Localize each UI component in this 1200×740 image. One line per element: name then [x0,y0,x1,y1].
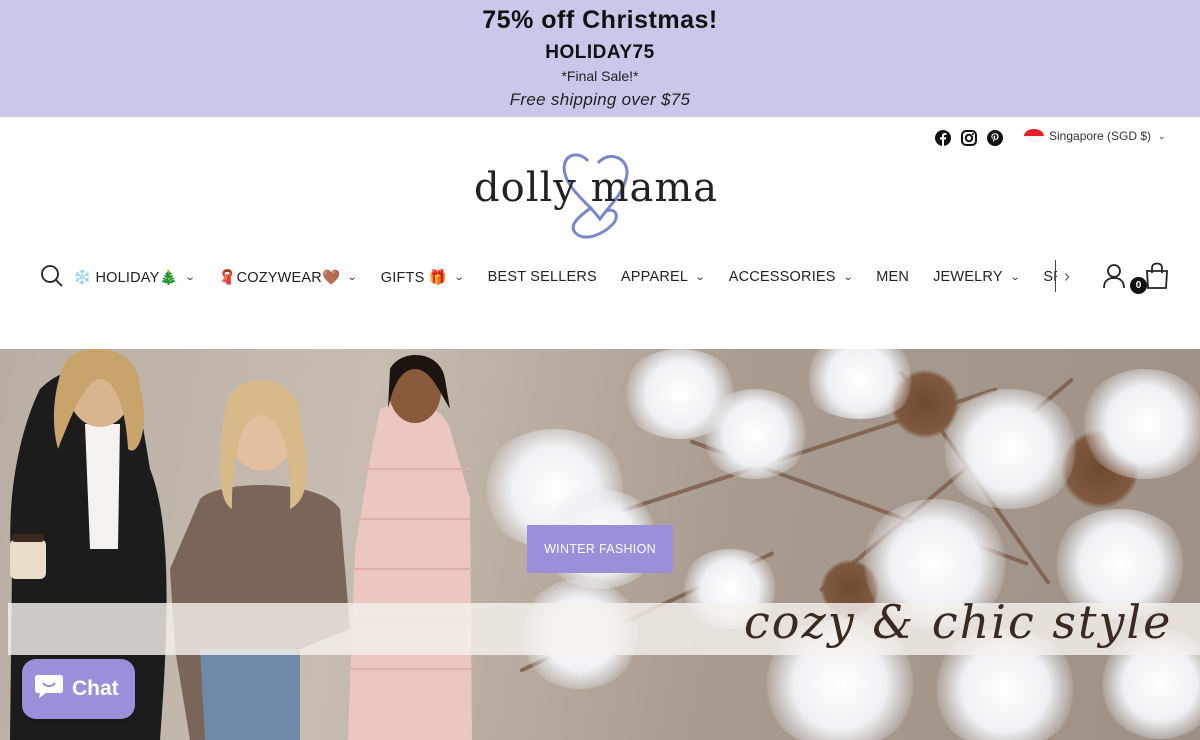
logo-wordmark: dolly mama [474,165,719,211]
locale-selector[interactable]: Singapore (SGD $) ⌄ [1024,129,1166,143]
facebook-icon[interactable] [934,129,952,147]
chevron-down-icon: ⌄ [453,271,465,283]
site-header: Singapore (SGD $) ⌄ dolly mama ❄️ HOLIDA… [0,117,1200,349]
nav-item-label: 🧣COZYWEAR🤎 [218,269,341,286]
announcement-bar: 75% off Christmas! HOLIDAY75 *Final Sale… [0,0,1200,117]
nav-item-label: APPAREL [620,269,689,285]
nav-item-men[interactable]: MEN [876,269,909,285]
nav-item-label: MEN [876,269,910,285]
nav-item-label: GIFTS 🎁 [380,269,447,286]
nav-item-cozywear[interactable]: 🧣COZYWEAR🤎 ⌄ [218,269,359,286]
chat-button[interactable]: Chat [22,659,135,719]
nav-item-jewelry[interactable]: JEWELRY ⌄ [933,269,1021,285]
chevron-down-icon: ⌄ [842,271,854,283]
account-icon[interactable] [1102,263,1126,289]
nav-divider [1055,260,1056,292]
chevron-down-icon: ⌄ [1009,271,1021,283]
final-sale-note: *Final Sale!* [561,68,639,84]
chat-label: Chat [72,677,119,700]
announcement-headline: 75% off Christmas! [482,6,718,34]
locale-label: Singapore (SGD $) [1049,129,1152,143]
chevron-down-icon: ⌄ [184,271,196,283]
chevron-right-icon[interactable]: › [1064,266,1070,287]
hero-tagline: cozy & chic style [744,595,1173,649]
chevron-down-icon: ⌄ [346,271,359,283]
pinterest-icon[interactable] [986,129,1004,147]
cart-count-badge: 0 [1130,277,1147,294]
singapore-flag-icon [1024,129,1044,143]
cart-icon[interactable] [1144,262,1170,290]
search-icon[interactable] [40,264,64,288]
promo-code: HOLIDAY75 [545,42,655,63]
nav-item-label: ACCESSORIES [728,269,836,285]
hero-banner[interactable]: cozy & chic style WINTER FASHION Chat [0,349,1200,740]
nav-items: ❄️ HOLIDAY🎄 ⌄ 🧣COZYWEAR🤎 ⌄ GIFTS 🎁 ⌄ BEST S… [73,260,1057,294]
social-links [934,129,1004,147]
nav-item-accessories[interactable]: ACCESSORIES ⌄ [728,269,854,285]
nav-item-gifts[interactable]: GIFTS 🎁 ⌄ [380,269,465,286]
shipping-note: Free shipping over $75 [509,90,691,109]
nav-item-best-sellers[interactable]: BEST SELLERS [488,269,597,285]
chevron-down-icon: ⌄ [694,271,707,283]
nav-item-label: BEST SELLERS [487,269,597,285]
nav-item-holiday[interactable]: ❄️ HOLIDAY🎄 ⌄ [73,269,196,286]
nav-item-label: JEWELRY [933,269,1003,285]
nav-item-label: ❄️ HOLIDAY🎄 [73,269,178,286]
chat-bubble-icon [34,673,64,705]
winter-fashion-button[interactable]: WINTER FASHION [527,525,673,573]
main-nav: ❄️ HOLIDAY🎄 ⌄ 🧣COZYWEAR🤎 ⌄ GIFTS 🎁 ⌄ BEST S… [0,260,1200,294]
nav-item-apparel[interactable]: APPAREL ⌄ [620,269,707,285]
instagram-icon[interactable] [960,129,978,147]
chevron-down-icon: ⌄ [1158,130,1166,141]
site-logo[interactable]: dolly mama [470,147,730,242]
